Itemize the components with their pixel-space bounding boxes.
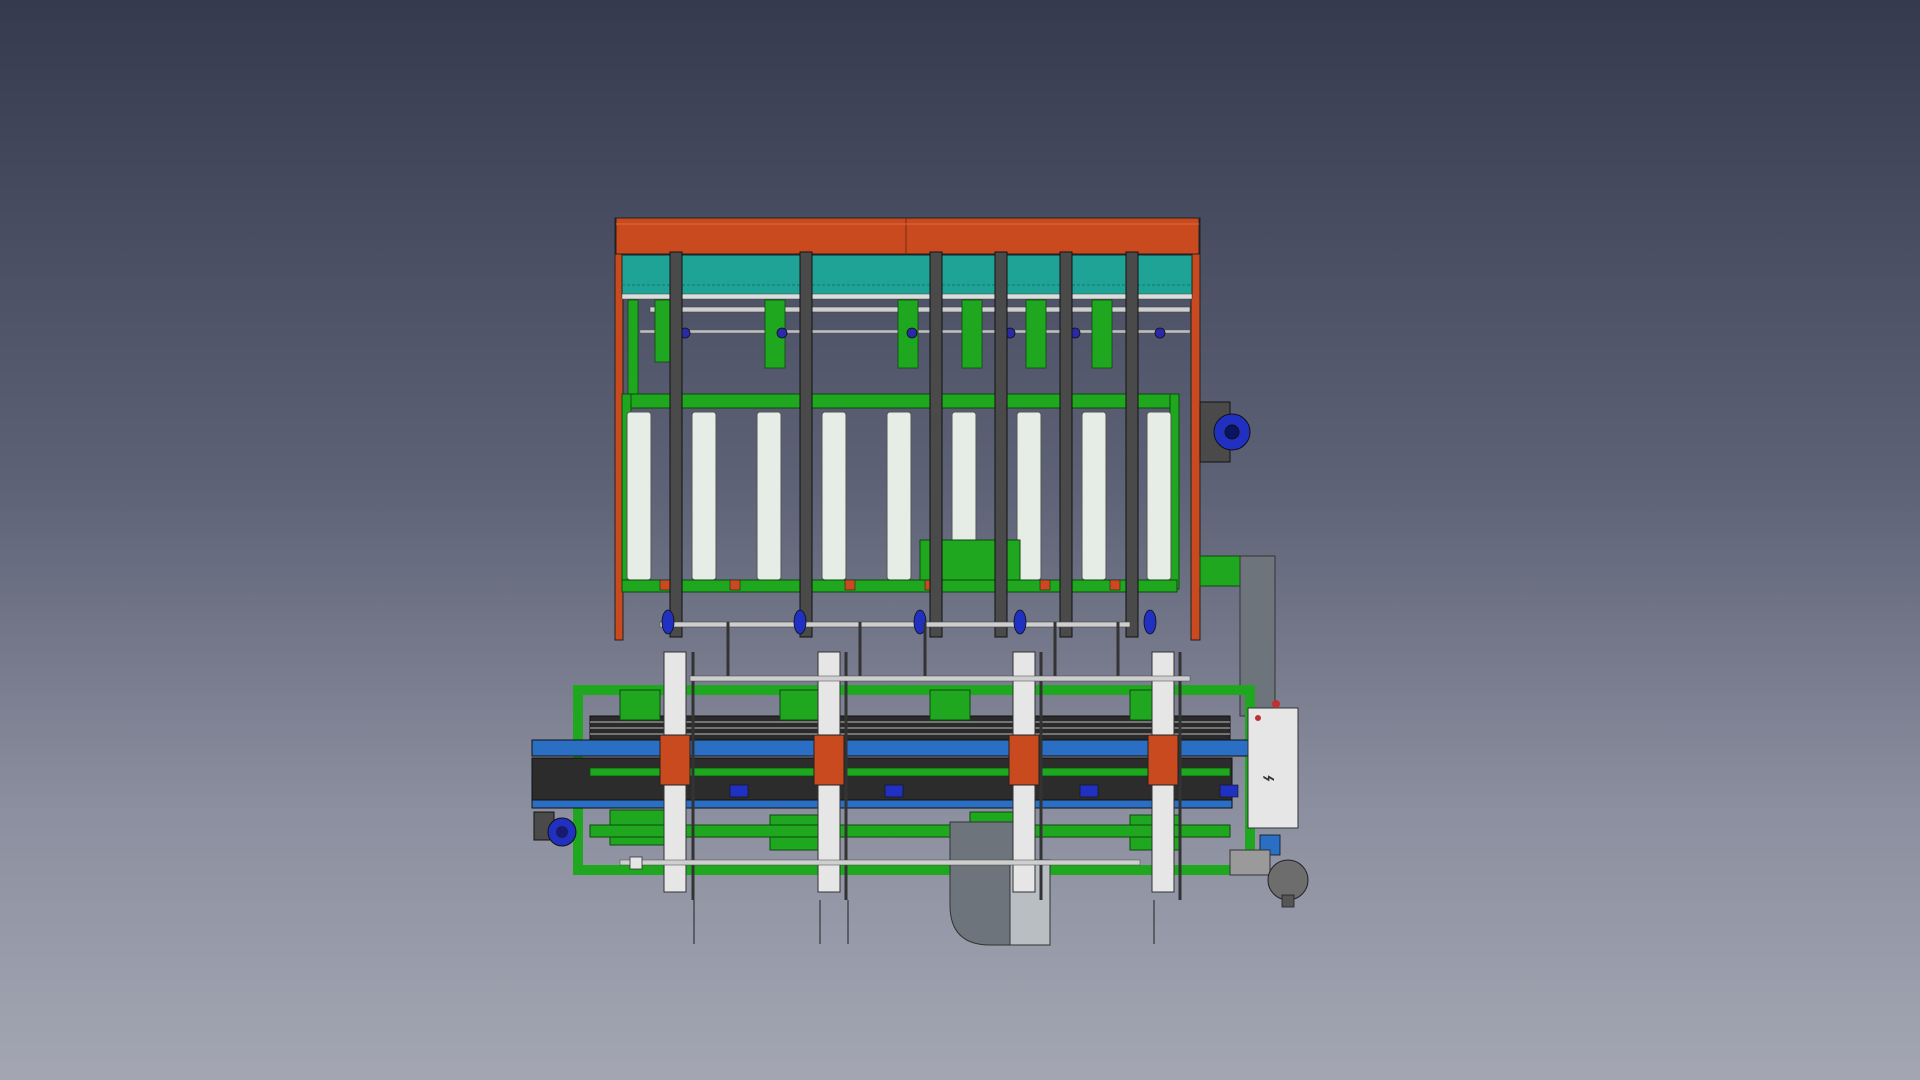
teal-hopper-panel <box>621 254 1193 298</box>
top-orange-beam <box>615 217 1200 255</box>
electrical-cabinet: ⌁ <box>1229 700 1299 876</box>
cabinet-symbol: ⌁ <box>1262 766 1275 791</box>
upper-green-brackets <box>627 299 1113 401</box>
blue-belt-bottom <box>531 799 1233 809</box>
lower-assembly[interactable]: ⌁ <box>531 622 1309 946</box>
upper-assembly[interactable] <box>614 217 1251 641</box>
left-motor <box>533 811 577 847</box>
blue-belt-top <box>531 739 1253 757</box>
bottom-right-motor <box>1267 859 1309 908</box>
white-rollers <box>626 411 1172 581</box>
cad-viewport[interactable]: ⌁ <box>0 0 1920 1080</box>
machine-3d-model[interactable]: ⌁ <box>0 0 1920 1080</box>
upper-bottom-bar <box>621 579 1178 593</box>
side-drive-pulley <box>1199 401 1251 463</box>
upper-green-crossbar <box>621 393 1178 409</box>
dark-belt <box>531 757 1233 803</box>
